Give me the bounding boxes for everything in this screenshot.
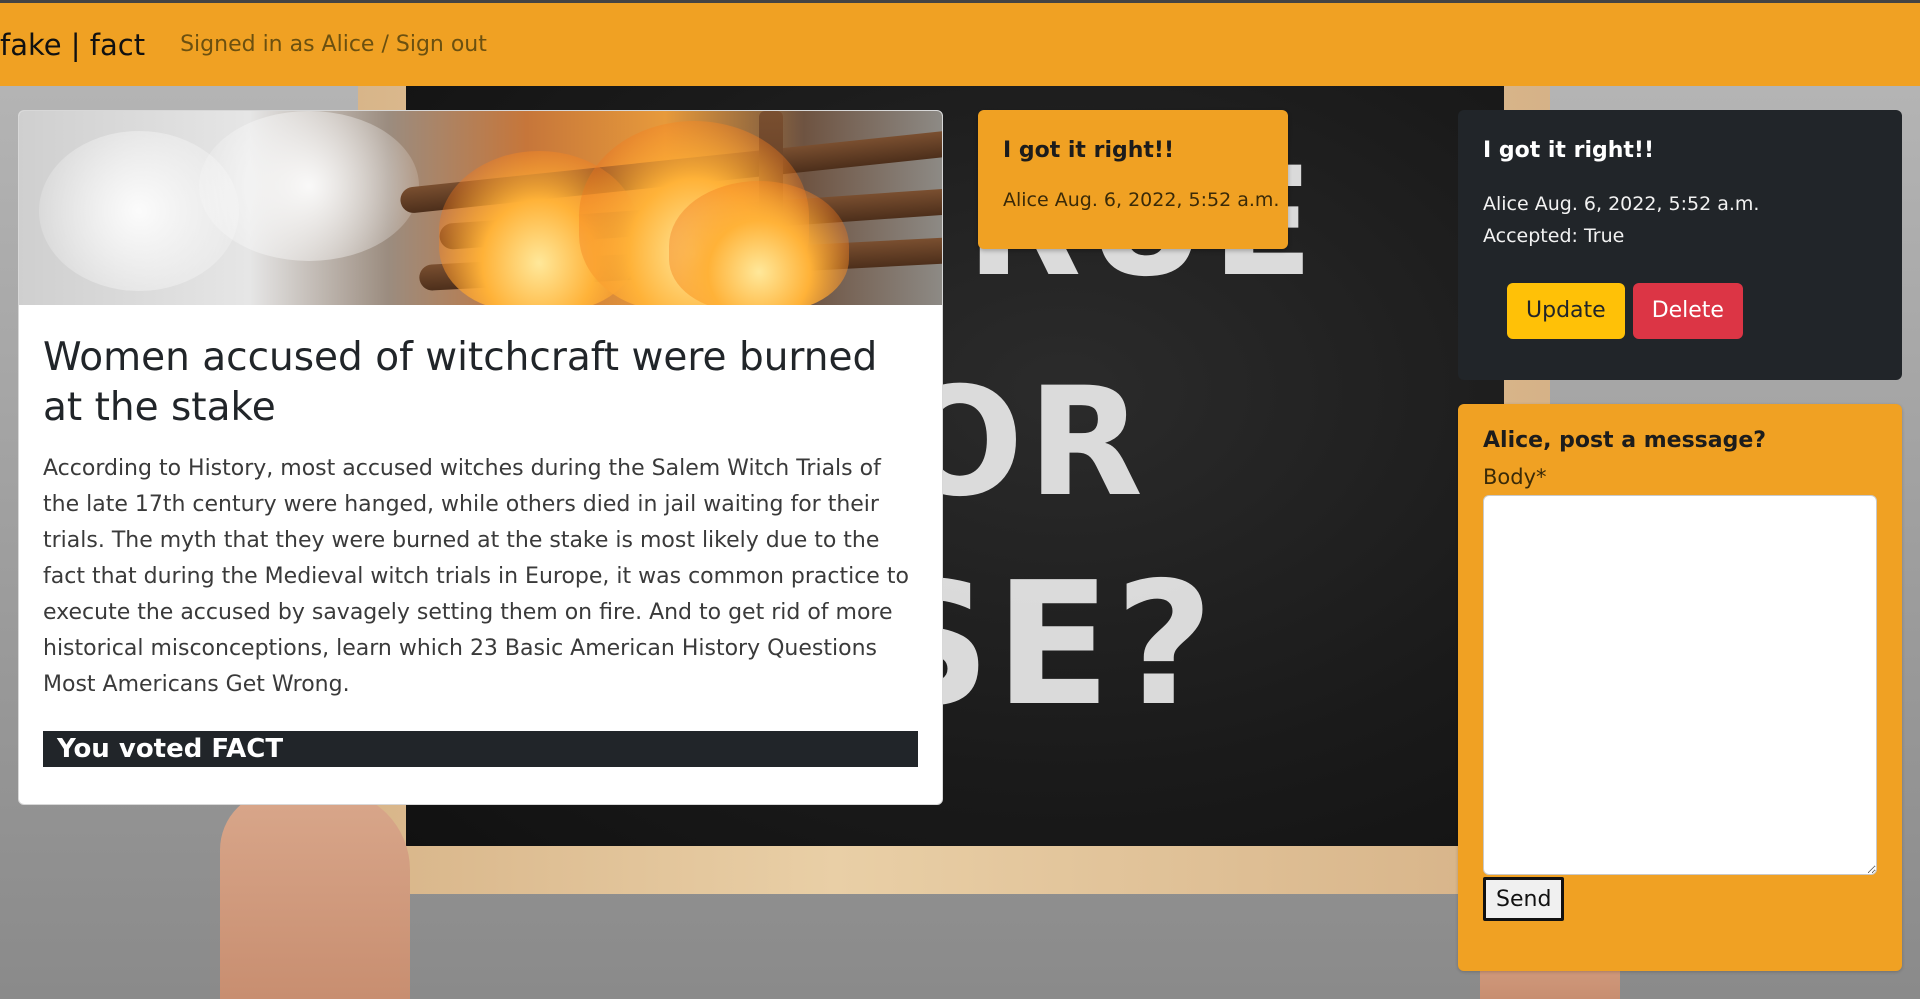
body-label: Body* <box>1483 465 1547 489</box>
post-form-title: Alice, post a message? <box>1483 428 1767 453</box>
message-meta: Alice Aug. 6, 2022, 5:52 a.m. <box>1003 189 1280 211</box>
body-textarea[interactable] <box>1483 495 1877 875</box>
user-status-link[interactable]: Signed in as Alice / Sign out <box>180 32 487 57</box>
background-hand-left <box>220 790 410 999</box>
message-title: I got it right!! <box>1003 138 1174 163</box>
brand-link[interactable]: fake | fact <box>0 28 145 62</box>
delete-button[interactable]: Delete <box>1632 283 1743 339</box>
post-message-form: Alice, post a message? Body* Send <box>1458 404 1902 971</box>
message-accepted-status: Accepted: True <box>1483 225 1625 247</box>
message-card-orange: I got it right!! Alice Aug. 6, 2022, 5:5… <box>978 110 1288 249</box>
fact-card: Women accused of witchcraft were burned … <box>18 110 943 805</box>
smoke-shape <box>199 111 419 261</box>
fact-image <box>19 111 942 305</box>
navbar: fake | fact Signed in as Alice / Sign ou… <box>0 0 1920 86</box>
flame-shape <box>669 181 849 305</box>
fact-title: Women accused of witchcraft were burned … <box>43 335 878 430</box>
message-card-dark: I got it right!! Alice Aug. 6, 2022, 5:5… <box>1458 110 1902 380</box>
vote-status: You voted FACT <box>43 731 918 767</box>
send-button[interactable]: Send <box>1483 877 1565 921</box>
message-meta: Alice Aug. 6, 2022, 5:52 a.m. <box>1483 193 1760 215</box>
update-button[interactable]: Update <box>1507 283 1625 339</box>
fact-body: According to History, most accused witch… <box>43 456 909 697</box>
message-title: I got it right!! <box>1483 138 1654 163</box>
